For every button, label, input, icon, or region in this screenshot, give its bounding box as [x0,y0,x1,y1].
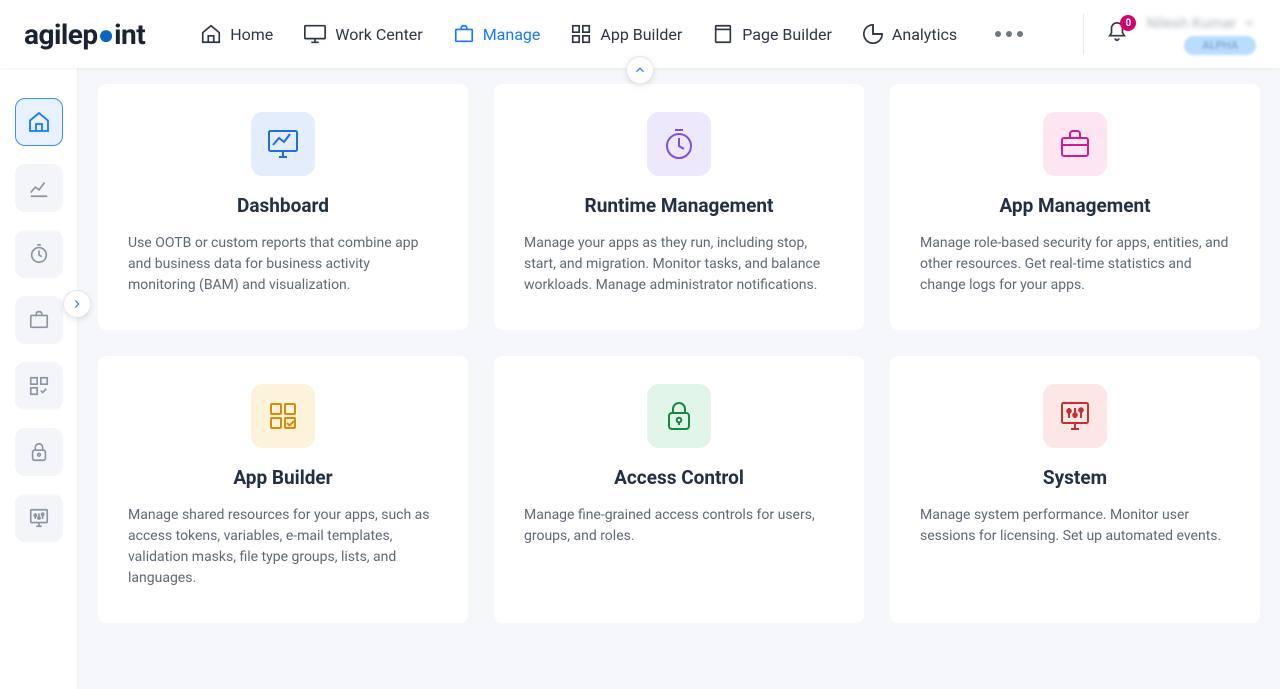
house-icon [27,110,51,134]
brand-text-1: agilep [24,18,98,51]
nav-work-center-label: Work Center [335,25,422,44]
nav-more-button[interactable] [995,31,1023,37]
chevron-down-icon [1242,16,1256,30]
top-nav: agilep●int Home Work Center Manage App B… [0,0,1280,68]
layout: Dashboard Use OOTB or custom reports tha… [0,68,1280,689]
chart-line-icon [28,177,50,199]
dashboard-card-icon [251,112,315,176]
lock-icon [28,441,50,463]
cards-grid: Dashboard Use OOTB or custom reports tha… [98,84,1260,623]
stopwatch-icon [28,243,50,265]
nav-home[interactable]: Home [200,17,273,51]
card-runtime-desc: Manage your apps as they run, including … [524,233,834,296]
nav-app-builder[interactable]: App Builder [570,17,682,51]
sliders-monitor-icon [28,507,50,529]
expand-sidebar-button[interactable] [63,290,91,318]
nav-analytics[interactable]: Analytics [862,17,957,51]
brand-text-2: int [114,18,145,51]
nav-home-label: Home [230,25,273,44]
sidebar-item-app-builder[interactable] [15,362,63,410]
user-menu[interactable]: Nilesh Kumar [1146,14,1256,32]
collapse-topnav-button[interactable] [626,56,654,84]
nav-manage-label: Manage [483,25,541,44]
toolbox-icon [1057,126,1093,162]
nav-work-center[interactable]: Work Center [303,17,422,51]
nav-items: Home Work Center Manage App Builder Page… [200,17,1023,51]
card-app-mgmt-desc: Manage role-based security for apps, ent… [920,233,1230,296]
card-system-title: System [920,466,1230,489]
page-icon [712,23,734,45]
card-runtime-title: Runtime Management [524,194,834,217]
app-builder-card-icon [251,384,315,448]
brand-logo[interactable]: agilep●int [24,18,145,51]
card-app-builder-title: App Builder [128,466,438,489]
chevron-right-icon [70,297,84,311]
nav-manage[interactable]: Manage [453,17,541,51]
sidebar-item-dashboard[interactable] [15,164,63,212]
sidebar-item-access[interactable] [15,428,63,476]
system-monitor-icon [1057,398,1093,434]
sidebar-item-system[interactable] [15,494,63,542]
top-nav-right: 0 Nilesh Kumar ALPHA [1083,14,1256,55]
card-system-desc: Manage system performance. Monitor user … [920,505,1230,547]
pie-chart-icon [862,23,884,45]
system-card-icon [1043,384,1107,448]
card-access-title: Access Control [524,466,834,489]
sidebar-item-app-mgmt[interactable] [15,296,63,344]
user-tag: ALPHA [1184,36,1256,55]
sidebar [0,68,78,689]
card-app-builder-desc: Manage shared resources for your apps, s… [128,505,438,589]
monitor-icon [303,23,327,45]
card-system[interactable]: System Manage system performance. Monito… [890,356,1260,623]
nav-app-builder-label: App Builder [600,25,682,44]
card-dashboard[interactable]: Dashboard Use OOTB or custom reports tha… [98,84,468,330]
apps-grid-icon [28,375,50,397]
runtime-card-icon [647,112,711,176]
user-block: Nilesh Kumar ALPHA [1146,14,1256,55]
card-dashboard-desc: Use OOTB or custom reports that combine … [128,233,438,296]
sidebar-item-home[interactable] [15,98,63,146]
brand-dot-icon: ● [98,18,114,51]
card-dashboard-title: Dashboard [128,194,438,217]
monitor-chart-icon [265,126,301,162]
card-access-desc: Manage fine-grained access controls for … [524,505,834,547]
card-app-builder[interactable]: App Builder Manage shared resources for … [98,356,468,623]
padlock-icon [661,398,697,434]
access-card-icon [647,384,711,448]
nav-analytics-label: Analytics [892,25,957,44]
chevron-up-icon [633,63,647,77]
stopwatch-icon [661,126,697,162]
briefcase-icon [453,23,475,45]
app-mgmt-card-icon [1043,112,1107,176]
card-access-control[interactable]: Access Control Manage fine-grained acces… [494,356,864,623]
user-display-name: Nilesh Kumar [1146,14,1236,32]
home-icon [200,23,222,45]
notifications-button[interactable]: 0 [1106,21,1128,47]
nav-page-builder[interactable]: Page Builder [712,17,832,51]
notification-badge: 0 [1120,15,1136,31]
main-content: Dashboard Use OOTB or custom reports tha… [78,68,1280,689]
card-runtime[interactable]: Runtime Management Manage your apps as t… [494,84,864,330]
modules-grid-icon [265,398,301,434]
sidebar-item-runtime[interactable] [15,230,63,278]
nav-page-builder-label: Page Builder [742,25,832,44]
briefcase-icon [28,309,50,331]
card-app-mgmt-title: App Management [920,194,1230,217]
card-app-management[interactable]: App Management Manage role-based securit… [890,84,1260,330]
grid-icon [570,23,592,45]
